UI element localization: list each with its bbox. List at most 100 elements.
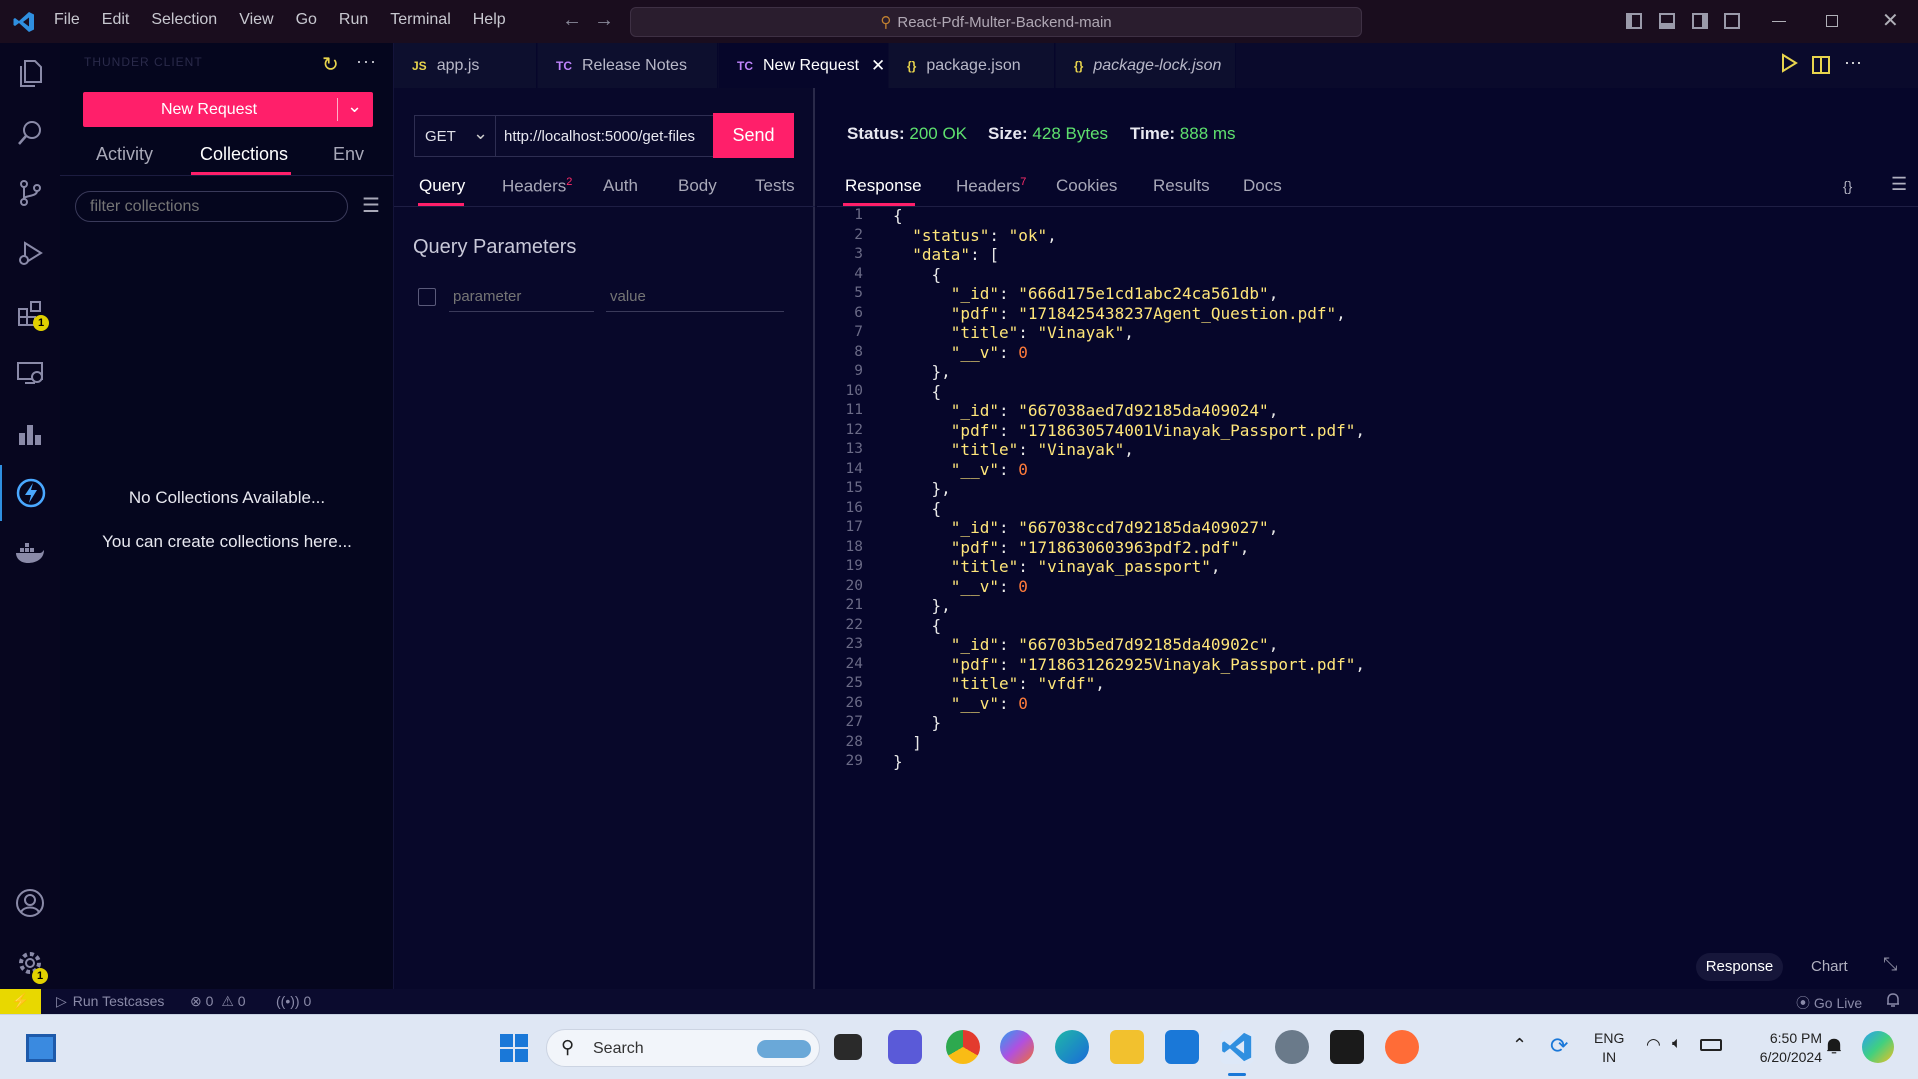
- editor-more-actions-icon[interactable]: ···: [1844, 52, 1862, 73]
- toggle-primary-sidebar-icon[interactable]: [1626, 13, 1642, 29]
- tab-results[interactable]: Results: [1153, 176, 1210, 196]
- notifications-bell-icon[interactable]: [1886, 992, 1900, 1011]
- sync-icon[interactable]: ⟳: [1550, 1033, 1568, 1059]
- tab-app-js[interactable]: JS app.js: [394, 43, 537, 88]
- search-sidebar-icon[interactable]: [0, 105, 60, 161]
- tab-auth[interactable]: Auth: [603, 176, 638, 196]
- command-center-search[interactable]: ⚲ React-Pdf-Multer-Backend-main: [630, 7, 1362, 37]
- expand-icon[interactable]: ⤡: [1883, 954, 1897, 975]
- tab-new-request[interactable]: TC New Request ✕: [719, 43, 888, 88]
- volume-icon[interactable]: 🔈︎: [1672, 1035, 1682, 1053]
- tab-label: app.js: [436, 56, 480, 74]
- thunder-client-icon[interactable]: [0, 465, 60, 521]
- ports-indicator[interactable]: ((•)) 0: [276, 993, 311, 1009]
- close-tab-icon[interactable]: ✕: [871, 56, 885, 76]
- menu-help[interactable]: Help: [473, 11, 506, 29]
- teams-icon[interactable]: [888, 1030, 922, 1064]
- notification-bell-icon[interactable]: [1826, 1037, 1842, 1060]
- value-input[interactable]: [606, 282, 784, 312]
- tab-tests[interactable]: Tests: [755, 176, 795, 196]
- response-panel: Status: 200 OK Size: 428 Bytes Time: 888…: [817, 88, 1918, 989]
- tab-collections[interactable]: Collections: [200, 144, 288, 165]
- task-view-icon[interactable]: [834, 1034, 862, 1060]
- chevron-down-icon[interactable]: ⌄: [347, 96, 362, 117]
- tab-activity[interactable]: Activity: [96, 144, 153, 165]
- menu-file[interactable]: File: [54, 11, 80, 29]
- postman-icon[interactable]: [1385, 1030, 1419, 1064]
- filter-collections-input[interactable]: [75, 191, 348, 222]
- tab-body[interactable]: Body: [678, 176, 717, 196]
- tab-response-headers[interactable]: Headers7: [956, 176, 1026, 197]
- close-window-icon[interactable]: ✕: [1882, 8, 1899, 33]
- tab-query[interactable]: Query: [419, 176, 465, 196]
- copilot-preview-icon[interactable]: [1862, 1031, 1894, 1063]
- wifi-icon[interactable]: ◠: [1646, 1035, 1661, 1055]
- toggle-secondary-sidebar-icon[interactable]: [1692, 13, 1708, 29]
- battery-icon[interactable]: [1700, 1039, 1722, 1051]
- url-input[interactable]: http://localhost:5000/get-files: [495, 115, 715, 157]
- menu-terminal[interactable]: Terminal: [390, 11, 450, 29]
- more-actions-icon[interactable]: ···: [356, 51, 377, 72]
- restore-icon[interactable]: [1826, 15, 1838, 27]
- menu-go[interactable]: Go: [296, 11, 317, 29]
- problems-indicator[interactable]: ⊗ 0 ⚠ 0: [190, 993, 246, 1010]
- widgets-icon[interactable]: [26, 1034, 56, 1062]
- language-indicator[interactable]: ENG IN: [1594, 1029, 1624, 1067]
- tab-headers[interactable]: Headers2: [502, 176, 572, 197]
- new-request-button[interactable]: New Request ⌄: [83, 92, 373, 127]
- tab-docs[interactable]: Docs: [1243, 176, 1282, 196]
- accounts-icon[interactable]: [0, 875, 60, 931]
- tab-package-json[interactable]: {} package.json: [889, 43, 1055, 88]
- taskbar-search-box[interactable]: ⚲ Search: [546, 1029, 820, 1067]
- response-menu-icon[interactable]: ☰: [1891, 174, 1907, 195]
- toggle-panel-icon[interactable]: [1659, 13, 1675, 29]
- remote-indicator-icon[interactable]: ⚡: [0, 989, 41, 1014]
- tab-package-lock-json[interactable]: {} package-lock.json: [1056, 43, 1236, 88]
- run-icon[interactable]: [1780, 53, 1798, 78]
- explorer-icon[interactable]: [0, 45, 60, 101]
- menu-run[interactable]: Run: [339, 11, 368, 29]
- copilot-icon[interactable]: [1000, 1030, 1034, 1064]
- parameter-input[interactable]: [449, 282, 594, 312]
- file-explorer-icon[interactable]: [1110, 1030, 1144, 1064]
- line-number: 27: [845, 714, 863, 730]
- chrome-icon[interactable]: [946, 1030, 980, 1064]
- terminal-icon[interactable]: [1330, 1030, 1364, 1064]
- settings-app-icon[interactable]: [1275, 1030, 1309, 1064]
- run-debug-icon[interactable]: [0, 225, 60, 281]
- menu-view[interactable]: View: [239, 11, 273, 29]
- minimize-icon[interactable]: [1772, 21, 1786, 22]
- vscode-taskbar-icon[interactable]: [1220, 1030, 1254, 1064]
- settings-gear-icon[interactable]: 1: [0, 935, 60, 991]
- run-testcases-button[interactable]: ▷ Run Testcases: [56, 993, 164, 1010]
- method-select[interactable]: GET ⌄: [414, 115, 496, 157]
- edge-icon[interactable]: [1055, 1030, 1089, 1064]
- start-button-icon[interactable]: [500, 1034, 528, 1062]
- param-checkbox[interactable]: [418, 288, 436, 306]
- clock[interactable]: 6:50 PM 6/20/2024: [1742, 1029, 1822, 1067]
- chart-view-button[interactable]: Chart: [1811, 958, 1848, 975]
- mail-icon[interactable]: [1165, 1030, 1199, 1064]
- customize-layout-icon[interactable]: [1724, 13, 1740, 29]
- format-json-icon[interactable]: {}: [1843, 178, 1852, 194]
- tab-response[interactable]: Response: [845, 176, 922, 196]
- menu-selection[interactable]: Selection: [151, 11, 217, 29]
- tab-release-notes[interactable]: TC Release Notes: [538, 43, 718, 88]
- send-button[interactable]: Send: [713, 113, 794, 158]
- tab-env[interactable]: Env: [333, 144, 364, 165]
- show-hidden-icons-icon[interactable]: ⌃: [1512, 1035, 1527, 1056]
- remote-explorer-icon[interactable]: [0, 345, 60, 401]
- extensions-icon[interactable]: 1: [0, 285, 60, 341]
- forward-arrow-icon[interactable]: →: [594, 9, 614, 32]
- go-live-button[interactable]: ⦿ Go Live: [1796, 993, 1862, 1013]
- tab-cookies[interactable]: Cookies: [1056, 176, 1117, 196]
- menu-edit[interactable]: Edit: [102, 11, 130, 29]
- docker-icon[interactable]: [0, 525, 60, 581]
- back-arrow-icon[interactable]: ←: [562, 9, 582, 32]
- stats-icon[interactable]: [0, 405, 60, 461]
- refresh-icon[interactable]: ↻: [322, 52, 339, 77]
- split-editor-icon[interactable]: [1812, 56, 1830, 74]
- source-control-icon[interactable]: [0, 165, 60, 221]
- collections-menu-icon[interactable]: ☰: [362, 193, 380, 218]
- response-view-button[interactable]: Response: [1696, 953, 1783, 981]
